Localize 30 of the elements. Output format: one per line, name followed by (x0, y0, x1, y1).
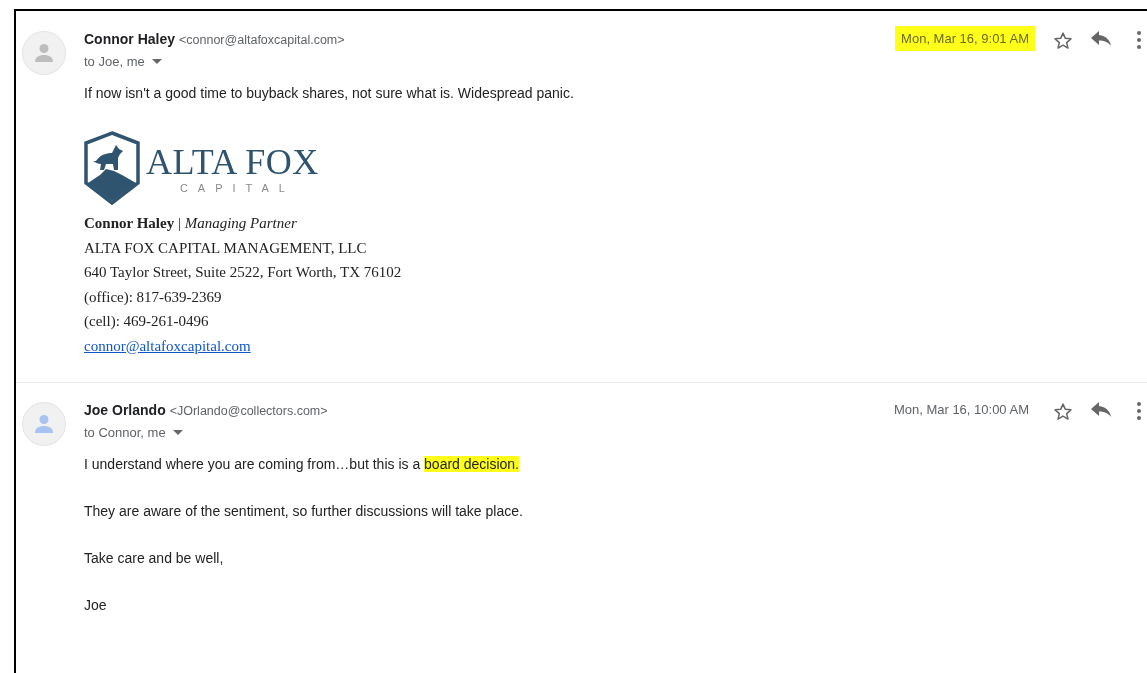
sender-email: <JOrlando@collectors.com> (169, 404, 328, 418)
dropdown-icon[interactable] (172, 429, 183, 436)
more-icon[interactable] (1137, 31, 1141, 49)
message-text: They are aware of the sentiment, so further discussions will take place. (84, 502, 524, 520)
message-text: If now isn't a good time to buyback shares, not sure what is. Widespread panic. (84, 84, 575, 102)
recipients: to Joe, me (84, 54, 145, 69)
shield-fox-icon (84, 131, 140, 205)
logo-name: ALTA FOX (146, 142, 319, 182)
signature-text: 640 Taylor Street, Suite 2522, Fort Worth, TX 76102 (84, 263, 403, 282)
recipients: to Connor, me (84, 425, 166, 440)
star-icon[interactable] (1053, 31, 1073, 51)
signature-text: Connor Haley | Managing Partner (84, 214, 298, 233)
signature-text: ALTA FOX CAPITAL MANAGEMENT, LLC (84, 238, 368, 258)
reply-icon[interactable] (1091, 31, 1111, 47)
dropdown-icon[interactable] (151, 58, 162, 65)
signature-text: (office): 817-639-2369 (84, 287, 223, 307)
more-icon[interactable] (1137, 402, 1141, 420)
star-icon[interactable] (1053, 402, 1073, 422)
reply-icon[interactable] (1091, 402, 1111, 418)
date: Mon, Mar 16, 10:00 AM (892, 401, 1030, 419)
message-text: Take care and be well, (84, 549, 225, 567)
sender-name: Connor Haley (84, 31, 175, 47)
email-link[interactable]: connor@altafoxcapital.com (84, 337, 251, 354)
logo-subtitle: CAPITAL (179, 182, 295, 194)
message-text: Joe (84, 596, 108, 614)
message-text: I understand where you are coming from…but this is a board decision. (84, 455, 521, 473)
signature-text: (cell): 469-261-0496 (84, 312, 210, 331)
date: Mon, Mar 16, 9:01 AM (895, 26, 1035, 51)
sender-name: Joe Orlando (84, 402, 166, 418)
sender-email: <connor@altafoxcapital.com> (179, 33, 345, 47)
